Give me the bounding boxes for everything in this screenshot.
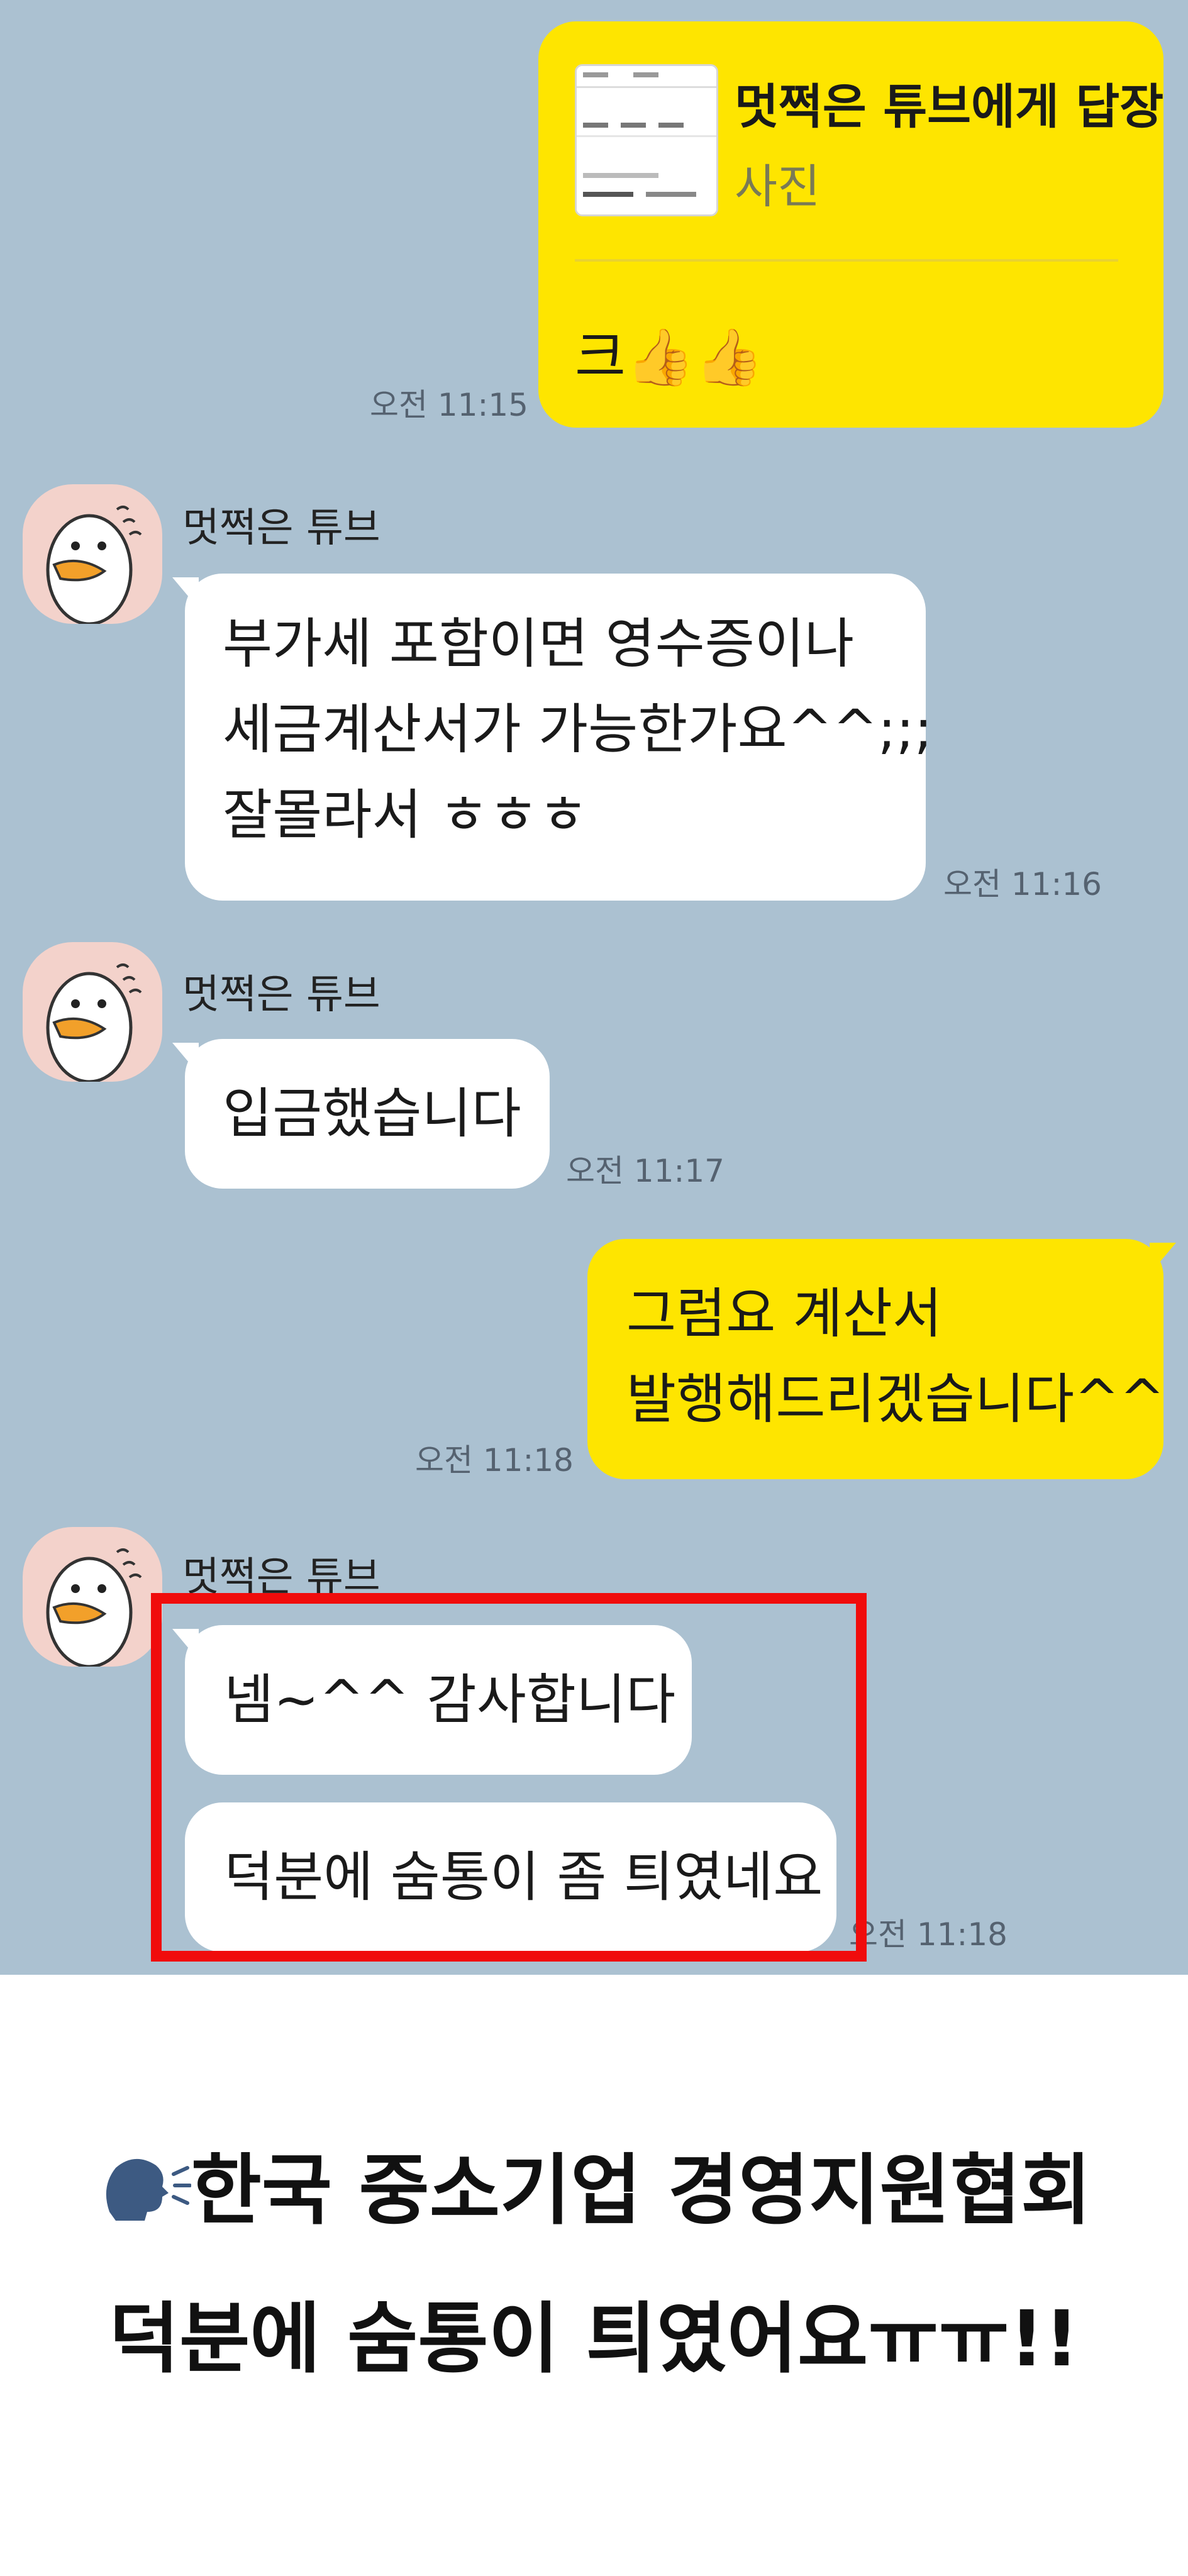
- message-time: 오전 11:16: [943, 866, 1102, 902]
- message-time: 오전 11:18: [415, 1442, 574, 1479]
- duck-avatar-icon: [46, 1548, 142, 1667]
- reply-title: 멋쩍은 튜브에게 답장: [735, 79, 1164, 135]
- speaking-head-icon: [97, 2149, 192, 2243]
- footer-caption-line-2: 덕분에 숨통이 틔였어요ㅠㅠ!!: [108, 2294, 1080, 2384]
- avatar[interactable]: [23, 1527, 162, 1667]
- message-time: 오전 11:18: [849, 1916, 1008, 1953]
- reply-message-text: 크👍👍: [575, 325, 764, 389]
- message-line: 입금했습니다: [223, 1082, 521, 1145]
- message-bubble[interactable]: 부가세 포함이면 영수증이나 세금계산서가 가능한가요^^;;; 잘몰라서 ㅎㅎ…: [172, 574, 933, 901]
- message-line: 발행해드리겠습니다^^: [626, 1368, 1165, 1431]
- message-bubble[interactable]: 그럼요 계산서 발행해드리겠습니다^^: [587, 1239, 1176, 1479]
- duck-avatar-icon: [46, 506, 142, 624]
- reply-divider: [575, 259, 1118, 262]
- avatar[interactable]: [23, 484, 162, 624]
- message-line: 세금계산서가 가능한가요^^;;;: [223, 698, 933, 761]
- message-bubble[interactable]: 입금했습니다: [172, 1039, 550, 1189]
- duck-avatar-icon: [46, 963, 142, 1082]
- reply-photo-thumbnail[interactable]: [575, 64, 718, 216]
- avatar[interactable]: [23, 942, 162, 1082]
- sender-name: 멋쩍은 튜브: [182, 505, 380, 552]
- reply-message-bubble[interactable]: 멋쩍은 튜브에게 답장 사진 크👍👍: [538, 21, 1163, 428]
- sender-name: 멋쩍은 튜브: [182, 972, 380, 1018]
- message-line: 그럼요 계산서: [626, 1282, 943, 1345]
- footer-line-1-text: 한국 중소기업 경영지원협회: [191, 2146, 1092, 2235]
- highlight-box: [151, 1593, 867, 1962]
- message-time: 오전 11:17: [566, 1153, 724, 1189]
- footer-caption-line-1: 한국 중소기업 경영지원협회: [0, 2128, 1188, 2243]
- message-line: 부가세 포함이면 영수증이나: [223, 613, 855, 675]
- reply-subtitle: 사진: [735, 160, 821, 214]
- message-time: 오전 11:15: [370, 387, 528, 423]
- message-line: 잘몰라서 ㅎㅎㅎ: [223, 784, 589, 847]
- chat-area: 오전 11:15 멋쩍은 튜브에게 답장 사진 크👍👍 멋쩍은 튜브 부가세 포…: [0, 0, 1188, 1975]
